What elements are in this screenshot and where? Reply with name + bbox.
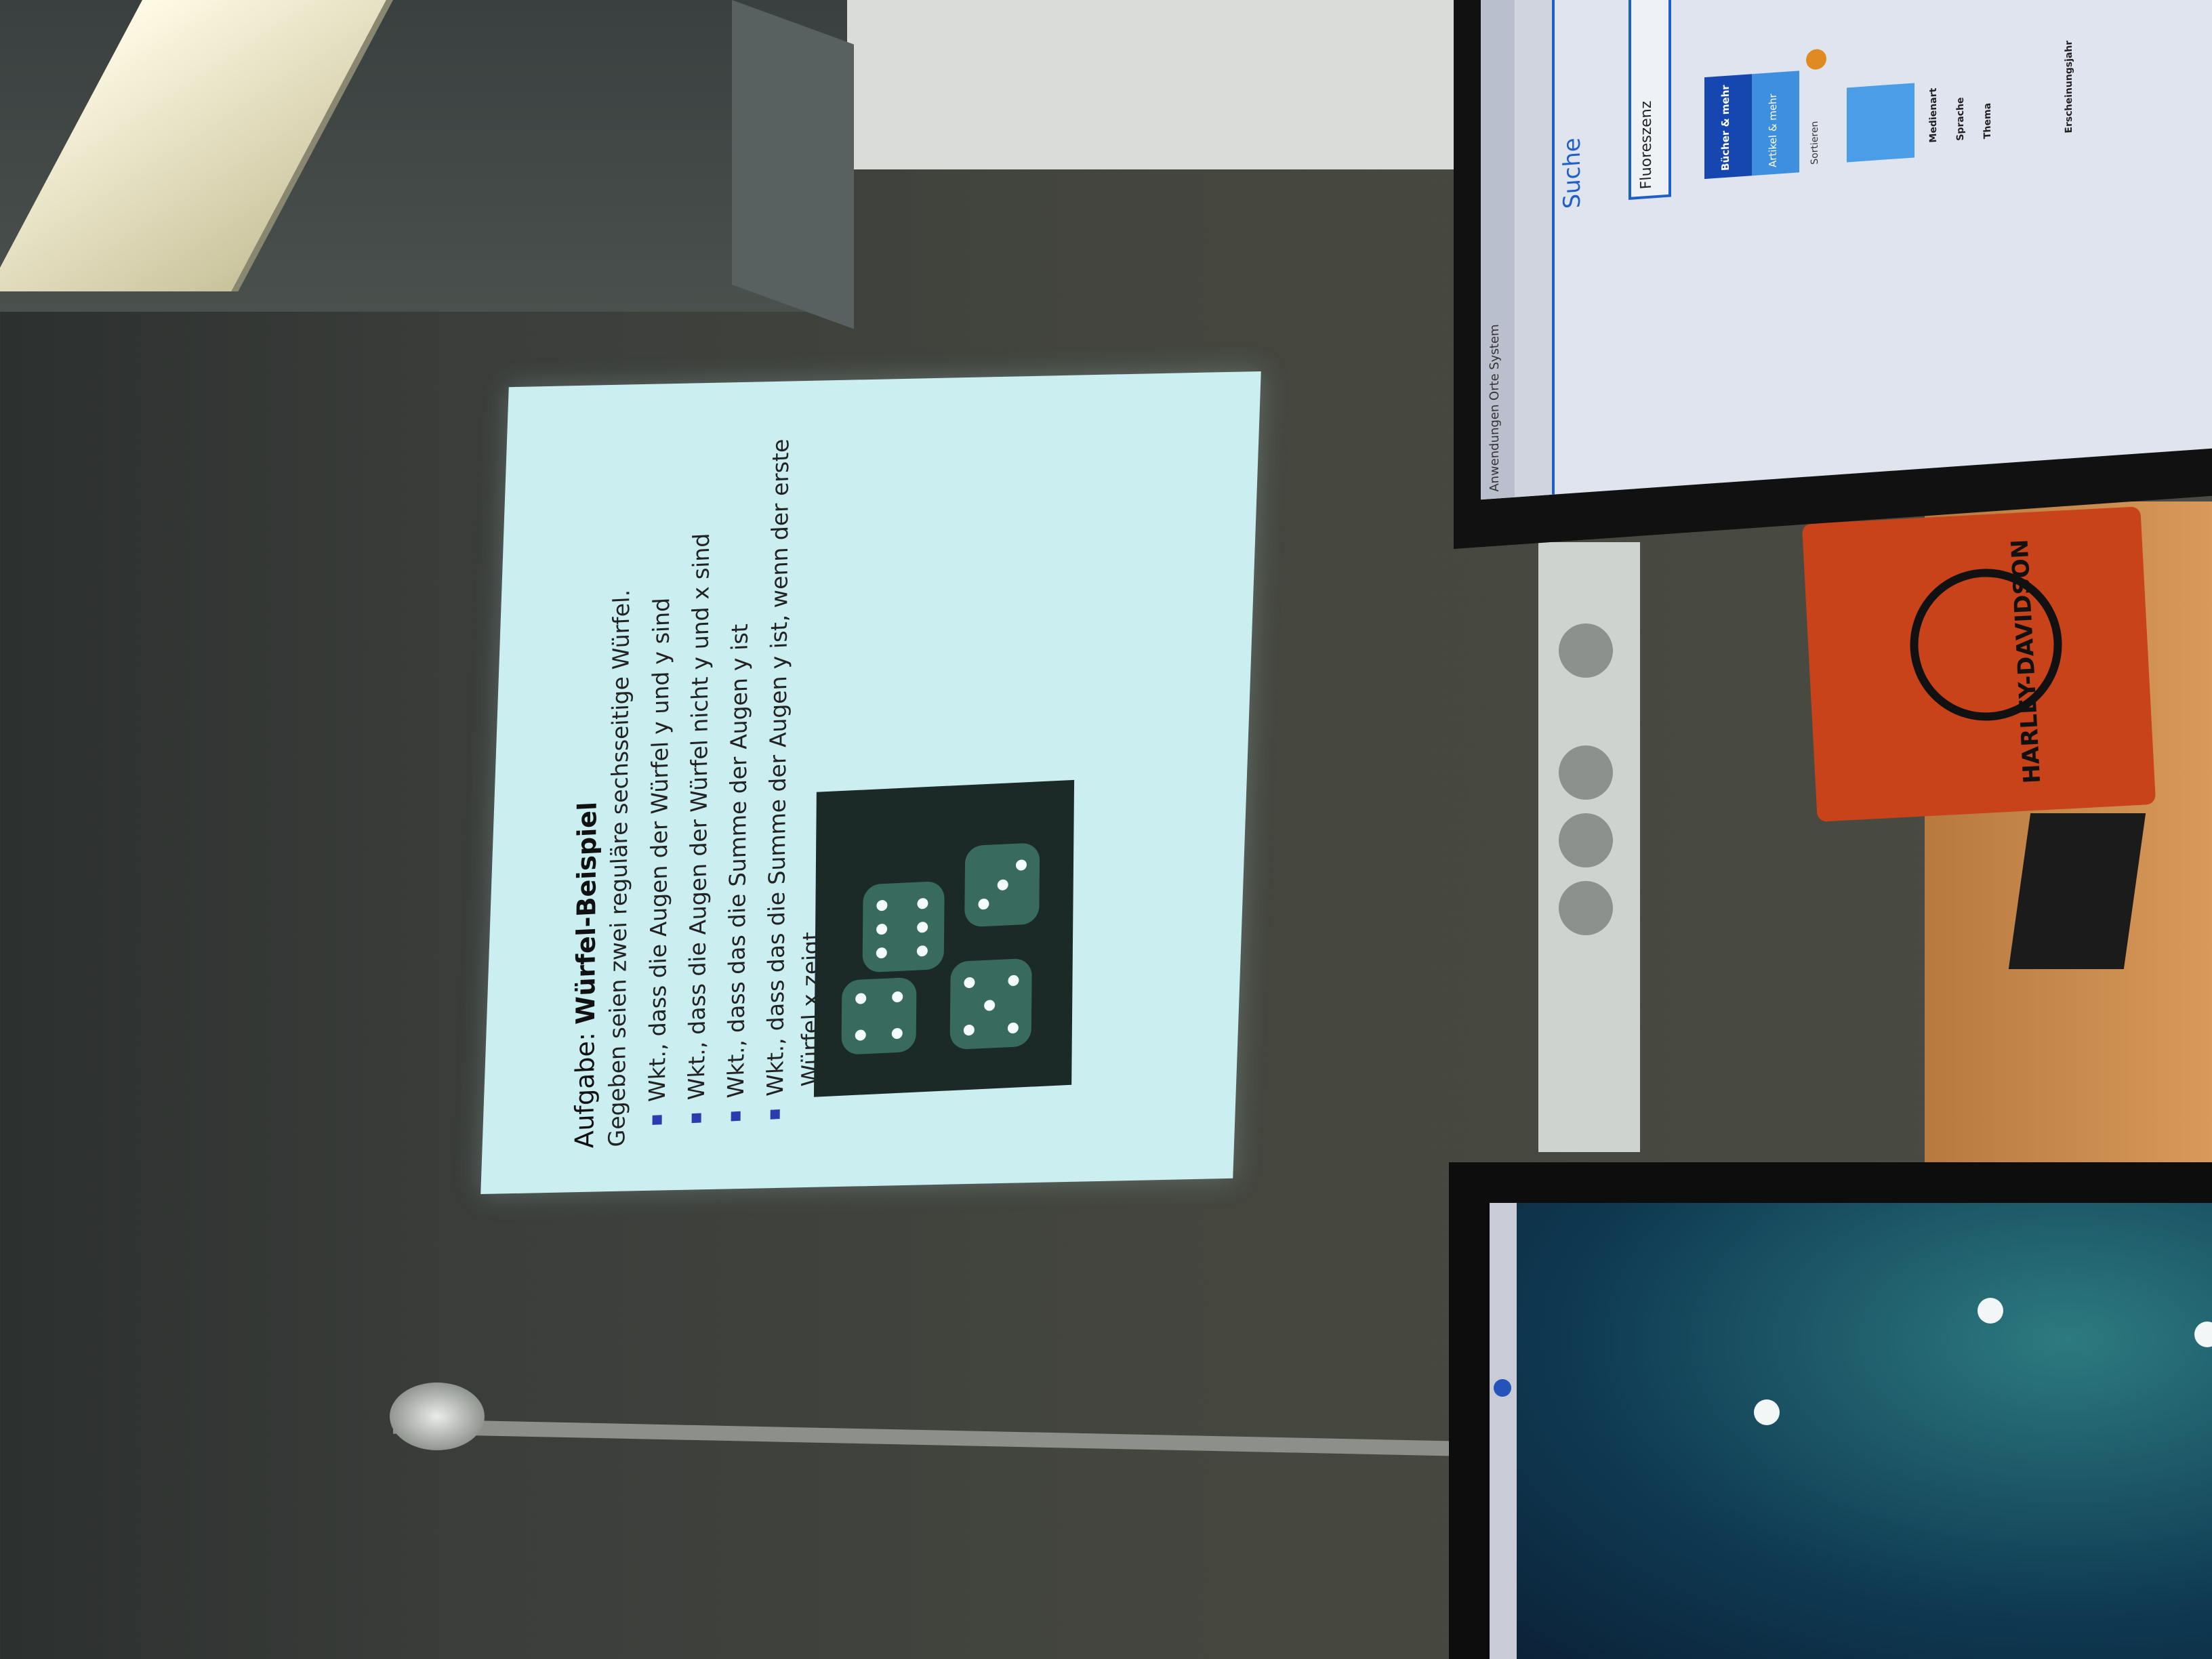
- die: [862, 880, 945, 973]
- bullet-item: Wkt., dass die Augen der Würfel y und y …: [638, 443, 683, 1125]
- search-input[interactable]: Fluoreszenz: [1629, 0, 1671, 200]
- network-icon[interactable]: [1494, 1379, 1511, 1397]
- filter-box[interactable]: [1847, 83, 1914, 163]
- info-badge-icon: [1806, 48, 1826, 70]
- sort-label: Sortieren: [1809, 121, 1820, 165]
- monitor-bottom: [1449, 1162, 2212, 1659]
- wall-knob: [390, 1382, 485, 1450]
- tab-articles[interactable]: Artikel & mehr: [1752, 70, 1799, 176]
- browser-tabs[interactable]: [1515, 0, 1555, 497]
- wall-outlet-panel: [1538, 542, 1640, 1152]
- ceiling-panel: [847, 0, 1457, 169]
- socket: [1559, 813, 1613, 867]
- projected-slide: Aufgabe: Würfel-Beispiel Gegeben seien z…: [480, 371, 1261, 1195]
- taskbar[interactable]: [1490, 1203, 1517, 1659]
- wallpaper-dot: [2194, 1322, 2212, 1347]
- die: [949, 958, 1032, 1050]
- bullet-item: Wkt., dass die Augen der Würfel nicht y …: [677, 442, 722, 1124]
- projector-screen-rail: [392, 1418, 1451, 1456]
- socket: [1559, 745, 1613, 800]
- slide-intro: Gegeben seien zwei reguläre sechsseitige…: [603, 589, 635, 1148]
- site-logo[interactable]: Suche: [1559, 137, 1586, 209]
- socket: [1559, 881, 1613, 935]
- menu-bar: Anwendungen Orte System: [1481, 0, 1515, 500]
- dice-photo: [813, 779, 1075, 1097]
- die: [841, 977, 917, 1055]
- ceiling-beam: [732, 0, 854, 329]
- die: [964, 842, 1040, 928]
- desktop-screen: [1490, 1203, 2212, 1659]
- bullet-item: Wkt., dass das die Summe der Augen y ist: [716, 440, 762, 1122]
- laptop-lid: HARLEY-DAVIDSON: [1801, 506, 2156, 822]
- slide-bullets: Wkt., dass die Augen der Würfel y und y …: [638, 436, 831, 1126]
- slide-title: Aufgabe: Würfel-Beispiel: [569, 801, 602, 1149]
- socket: [1559, 623, 1613, 678]
- wallpaper-dot: [1978, 1298, 2003, 1324]
- monitor-top: Anwendungen Orte System Suche Fluoreszen…: [1454, 0, 2212, 550]
- browser-screen: Anwendungen Orte System Suche Fluoreszen…: [1481, 0, 2212, 500]
- wallpaper-dot: [1754, 1399, 1780, 1425]
- tab-books[interactable]: Bücher & mehr: [1704, 74, 1752, 180]
- laptop-base: [2008, 813, 2146, 969]
